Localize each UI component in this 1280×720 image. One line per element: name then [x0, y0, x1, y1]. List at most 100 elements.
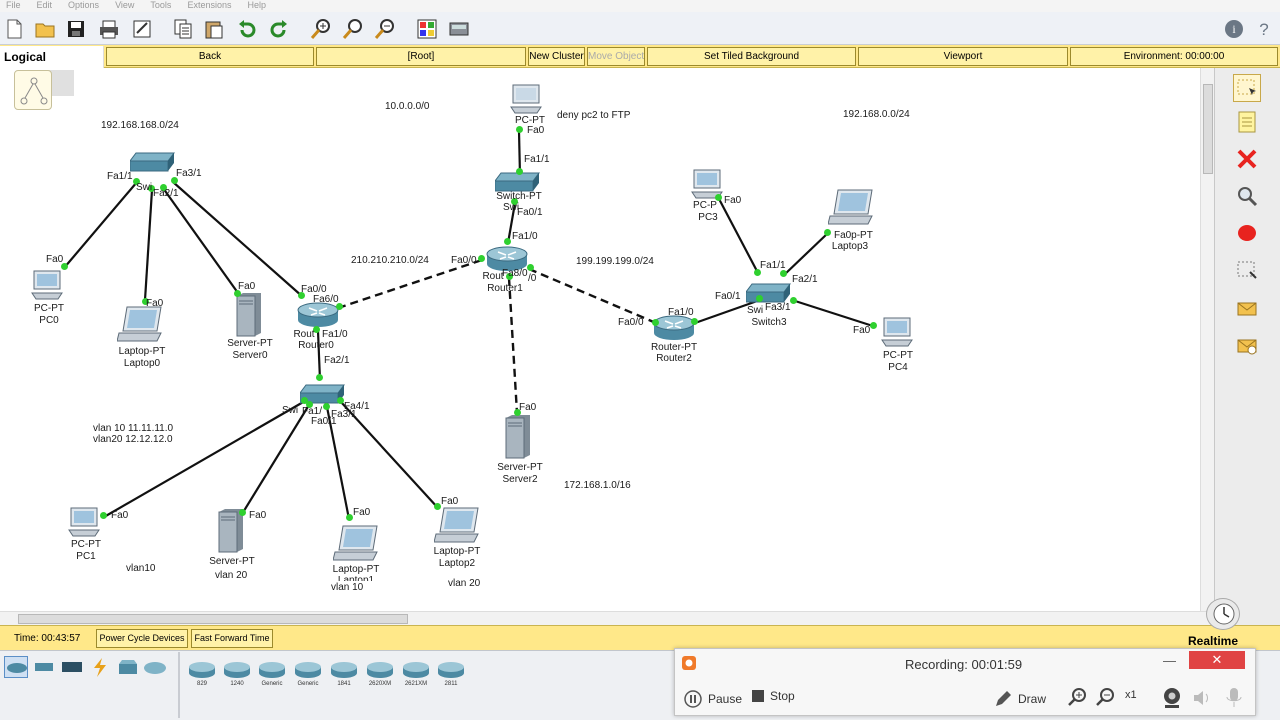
routers-icon[interactable] — [4, 656, 28, 678]
webcam-icon[interactable] — [1159, 685, 1185, 711]
recorder-zoom-out-icon[interactable] — [1095, 686, 1117, 708]
draw-ellipse-icon[interactable] — [1233, 219, 1261, 247]
connections-icon[interactable] — [88, 656, 112, 678]
server0-icon[interactable] — [233, 292, 263, 338]
root-button[interactable]: [Root] — [316, 47, 526, 66]
realtime-mode-tab[interactable]: Realtime — [1188, 634, 1238, 648]
zoom-reset-icon[interactable] — [341, 17, 365, 41]
switch0-icon[interactable] — [130, 151, 176, 173]
port-label: Fa0 — [724, 195, 742, 206]
router0-icon[interactable] — [296, 302, 340, 328]
hubs-icon[interactable] — [60, 656, 84, 678]
new-cluster-button[interactable]: New Cluster — [528, 47, 585, 66]
fast-forward-button[interactable]: Fast Forward Time — [191, 629, 273, 648]
pc4-icon[interactable] — [880, 316, 914, 350]
move-object-button[interactable]: Move Object — [587, 47, 645, 66]
model-1240[interactable]: 1240 — [221, 660, 253, 692]
horizontal-scrollbar[interactable] — [0, 611, 1214, 625]
palette-icon[interactable] — [415, 17, 439, 41]
vertical-scrollbar[interactable] — [1200, 68, 1214, 611]
pause-button[interactable]: Pause — [683, 689, 742, 709]
add-complex-pdu-icon[interactable] — [1233, 332, 1261, 360]
draw-button[interactable]: Draw — [993, 689, 1046, 709]
set-background-button[interactable]: Set Tiled Background — [647, 47, 856, 66]
menu-tools[interactable]: Tools — [150, 0, 171, 12]
menu-extensions[interactable]: Extensions — [187, 0, 231, 12]
redo-icon[interactable] — [267, 17, 291, 41]
close-button[interactable]: ✕ — [1189, 651, 1245, 669]
model-generic-1[interactable]: Generic — [256, 660, 288, 692]
pc2-icon[interactable] — [509, 83, 543, 117]
stop-button[interactable]: Stop — [751, 689, 795, 703]
common-tools-bar — [1214, 68, 1280, 625]
print-icon[interactable] — [97, 17, 121, 41]
note-label: deny pc2 to FTP — [557, 110, 631, 121]
delete-icon[interactable] — [1233, 145, 1261, 173]
vertical-scroll-thumb[interactable] — [1203, 84, 1213, 174]
link-sw0-pc0 — [63, 181, 138, 269]
router2-icon[interactable] — [652, 315, 696, 341]
main-toolbar: i ? — [0, 12, 1280, 45]
laptop2-icon[interactable] — [434, 506, 482, 546]
save-icon[interactable] — [64, 17, 88, 41]
recorder-zoom-in-icon[interactable] — [1067, 686, 1089, 708]
laptop0-icon[interactable] — [117, 305, 165, 345]
select-icon[interactable] — [1233, 74, 1261, 102]
server2-icon[interactable] — [502, 414, 532, 460]
note-label: vlan 10 — [331, 582, 364, 593]
environment-button[interactable]: Environment: 00:00:00 — [1070, 47, 1278, 66]
laptop1-icon[interactable] — [333, 524, 381, 564]
note-icon[interactable] — [1233, 108, 1261, 136]
device-dialog-icon[interactable] — [447, 17, 471, 41]
speaker-icon[interactable] — [1191, 687, 1213, 709]
logical-nav-icon[interactable] — [14, 70, 52, 110]
model-2811[interactable]: 2811 — [435, 660, 467, 692]
model-829[interactable]: 829 — [186, 660, 218, 692]
paste-icon[interactable] — [202, 17, 226, 41]
laptop3-icon[interactable] — [828, 188, 876, 228]
model-generic-2[interactable]: Generic — [292, 660, 324, 692]
add-pdu-icon[interactable] — [1233, 295, 1261, 323]
menu-help[interactable]: Help — [247, 0, 266, 12]
simulation-time: Time: 00:43:57 — [14, 633, 81, 644]
power-cycle-button[interactable]: Power Cycle Devices — [96, 629, 188, 648]
end-devices-icon[interactable] — [116, 656, 140, 678]
open-icon[interactable] — [33, 17, 57, 41]
pc0-icon[interactable] — [30, 269, 64, 303]
horizontal-scroll-thumb[interactable] — [18, 614, 408, 624]
network-label: 199.199.199.0/24 — [576, 256, 654, 267]
resize-icon[interactable] — [1233, 256, 1261, 284]
switch3-icon[interactable] — [746, 282, 792, 304]
zoom-in-icon[interactable] — [309, 17, 333, 41]
menu-edit[interactable]: Edit — [37, 0, 53, 12]
model-2621xm[interactable]: 2621XM — [400, 660, 432, 692]
model-2620xm[interactable]: 2620XM — [364, 660, 396, 692]
info-icon[interactable]: i — [1222, 17, 1246, 41]
model-1841[interactable]: 1841 — [328, 660, 360, 692]
port-label: Fa0 — [46, 254, 64, 265]
menu-options[interactable]: Options — [68, 0, 99, 12]
undo-icon[interactable] — [235, 17, 259, 41]
pc1-icon[interactable] — [67, 506, 101, 540]
back-button[interactable]: Back — [106, 47, 314, 66]
activity-wizard-icon[interactable] — [130, 17, 154, 41]
switches-icon[interactable] — [32, 656, 56, 678]
logical-tab[interactable]: Logical — [0, 46, 104, 68]
logical-workspace[interactable]: 192.168.168.0/24 10.0.0.0/0 deny pc2 to … — [0, 68, 1200, 611]
minimize-button[interactable]: — — [1163, 653, 1176, 668]
realtime-clock-icon[interactable] — [1206, 598, 1240, 630]
viewport-button[interactable]: Viewport — [858, 47, 1068, 66]
device-type-label: Swi — [135, 182, 153, 193]
link-light — [239, 509, 246, 516]
wireless-icon[interactable] — [142, 656, 166, 678]
zoom-out-icon[interactable] — [373, 17, 397, 41]
network-label: 210.210.210.0/24 — [351, 255, 429, 266]
new-icon[interactable] — [2, 17, 26, 41]
help-icon[interactable]: ? — [1252, 17, 1276, 41]
inspect-icon[interactable] — [1233, 182, 1261, 210]
palette-divider — [178, 652, 180, 718]
menu-file[interactable]: File — [6, 0, 21, 12]
menu-view[interactable]: View — [115, 0, 134, 12]
microphone-icon[interactable] — [1223, 686, 1245, 710]
copy-icon[interactable] — [171, 17, 195, 41]
